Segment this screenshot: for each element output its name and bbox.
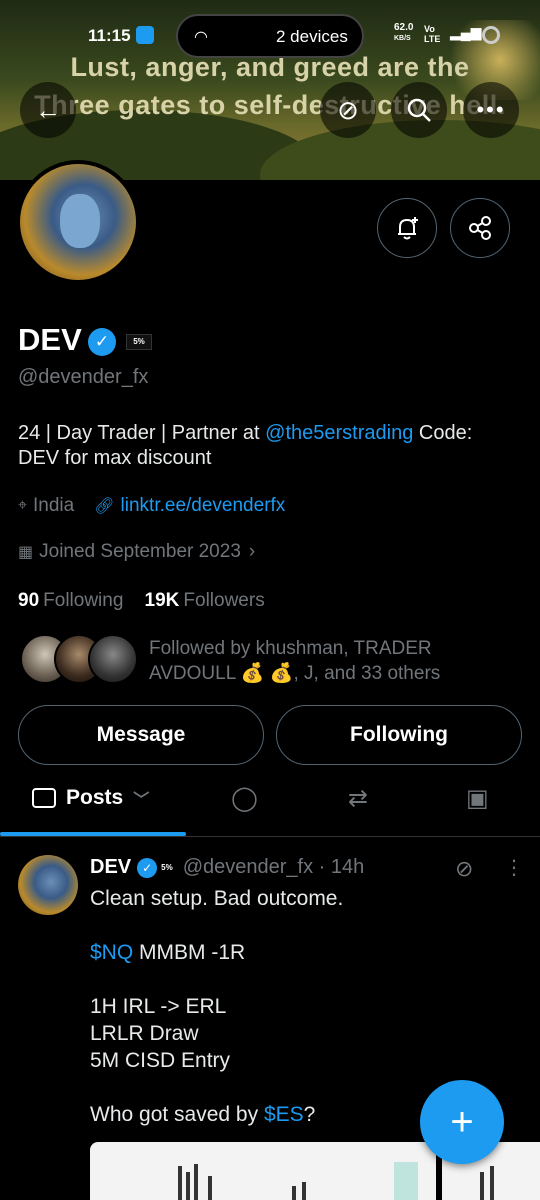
media-icon: ▣ — [466, 785, 489, 812]
tab-media[interactable]: ▣ — [466, 784, 489, 813]
followers-stat[interactable]: 19K Followers — [145, 590, 265, 611]
post-text: ? — [303, 1103, 316, 1126]
devices-label: 2 devices — [276, 27, 348, 46]
following-button[interactable]: Following — [276, 705, 522, 765]
replies-icon: ◯ — [231, 785, 258, 812]
profile-name: DEV — [18, 322, 82, 357]
chart-zone — [394, 1162, 418, 1200]
website-link[interactable]: linktr.ee/devenderfx — [121, 495, 286, 517]
devices-pill[interactable]: ◠ 2 devices — [176, 14, 364, 58]
grok-button[interactable]: ⊘ — [320, 82, 376, 138]
link-icon: 🔗︎ — [94, 498, 115, 515]
affiliate-badge: 5% — [161, 863, 173, 872]
profile-meta: ⌖ India 🔗︎ linktr.ee/devenderfx — [18, 495, 285, 517]
search-button[interactable] — [391, 82, 447, 138]
cashtag-link[interactable]: $ES — [264, 1103, 304, 1126]
location-text: India — [33, 495, 75, 516]
chart-candle — [178, 1166, 182, 1200]
status-bar: 11:15 ◠ 2 devices 62.0 KB/S Vo LTE ▂▄▆ — [0, 14, 540, 58]
post-line: LRLR Draw — [90, 1022, 199, 1045]
divider — [0, 836, 540, 837]
location-icon: ⌖ — [18, 497, 28, 514]
joined-row[interactable]: ▦ Joined September 2023 › — [18, 541, 255, 563]
chart-candle — [292, 1186, 296, 1200]
net-speed-unit: KB/S — [394, 35, 411, 42]
tab-reposts[interactable]: ⇄ — [348, 784, 368, 813]
affiliate-badge[interactable]: 5% — [126, 334, 152, 350]
back-button[interactable]: ← — [20, 82, 76, 138]
post-more-icon[interactable]: ⋮ — [504, 855, 524, 880]
chevron-down-icon: ﹀ — [133, 792, 150, 809]
back-arrow-icon: ← — [35, 94, 61, 125]
grok-icon: ⊘ — [337, 94, 359, 125]
chart-candle — [480, 1172, 484, 1200]
post-line: $NQ MMBM -1R — [90, 939, 510, 966]
follow-stats: 90 Following 19K Followers — [18, 590, 265, 612]
message-button[interactable]: Message — [18, 705, 264, 765]
followed-by-text[interactable]: Followed by khushman, TRADER AVDOULL 💰 💰… — [149, 636, 519, 686]
app-notification-icon — [136, 26, 154, 44]
net-speed: 62.0 KB/S — [394, 22, 413, 44]
joined-text: Joined September 2023 — [39, 541, 241, 562]
verified-badge-icon[interactable]: ✓ — [88, 328, 116, 356]
post-line: Clean setup. Bad outcome. — [90, 887, 344, 910]
network-type: Vo LTE — [424, 24, 441, 44]
chart-candle — [194, 1164, 198, 1200]
post-line: 5M CISD Entry — [90, 1049, 231, 1072]
bio-mention-link[interactable]: @the5erstrading — [265, 422, 413, 444]
tab-posts[interactable]: Posts ﹀ — [32, 786, 149, 810]
tab-replies[interactable]: ◯ — [231, 784, 258, 813]
chevron-right-icon: › — [248, 541, 256, 562]
post-line: 1H IRL -> ERL — [90, 995, 227, 1018]
reposts-icon: ⇄ — [348, 785, 369, 812]
notify-button[interactable] — [377, 198, 437, 258]
post-grok-icon[interactable]: ⊘ — [455, 856, 473, 882]
profile-bio: 24 | Day Trader | Partner at @the5erstra… — [18, 421, 518, 471]
chart-candle — [490, 1166, 494, 1200]
following-count: 90 — [18, 590, 40, 611]
compose-button[interactable]: + — [420, 1080, 504, 1164]
calendar-icon: ▦ — [18, 544, 34, 561]
posts-icon — [32, 788, 56, 808]
profile-handle: @devender_fx — [18, 366, 149, 388]
avatar-face — [60, 194, 100, 248]
net-speed-value: 62.0 — [394, 22, 414, 33]
followed-by-avatars[interactable] — [20, 634, 140, 686]
chart-candle — [208, 1176, 212, 1200]
status-time: 11:15 — [88, 26, 131, 45]
post-text: MMBM -1R — [133, 941, 246, 964]
post-media-image[interactable] — [90, 1142, 436, 1200]
cashtag-link[interactable]: $NQ — [90, 941, 133, 964]
signal-icon: ▂▄▆ — [450, 24, 482, 40]
followers-count: 19K — [144, 590, 180, 611]
battery-icon — [482, 26, 500, 44]
more-button[interactable]: ••• — [463, 82, 519, 138]
tab-posts-label: Posts — [66, 786, 124, 809]
following-label: Following — [43, 590, 124, 611]
avatar — [88, 634, 138, 684]
post-handle-time: @devender_fx · 14h — [182, 856, 365, 878]
post-author-name[interactable]: DEV — [90, 856, 131, 879]
share-icon — [469, 216, 491, 240]
banner-quote-line2: Three gates to self-destructive hell. — [34, 90, 506, 120]
share-button[interactable] — [450, 198, 510, 258]
following-stat[interactable]: 90 Following — [18, 590, 123, 611]
hotspot-icon: ◠ — [194, 29, 208, 46]
search-icon — [407, 98, 431, 122]
chart-candle — [186, 1172, 190, 1200]
post-header: DEV ✓ 5% @devender_fx · 14h — [90, 856, 364, 879]
chart-candle — [302, 1182, 306, 1200]
bell-plus-icon — [398, 217, 418, 240]
verified-badge-icon: ✓ — [137, 857, 158, 878]
followers-label: Followers — [183, 590, 265, 611]
post-avatar[interactable] — [18, 855, 78, 915]
plus-icon: + — [450, 1099, 474, 1144]
bio-text: 24 | Day Trader | Partner at — [18, 422, 266, 444]
profile-avatar[interactable] — [16, 160, 140, 284]
post-text: Who got saved by — [90, 1103, 264, 1126]
more-icon: ••• — [476, 97, 506, 122]
